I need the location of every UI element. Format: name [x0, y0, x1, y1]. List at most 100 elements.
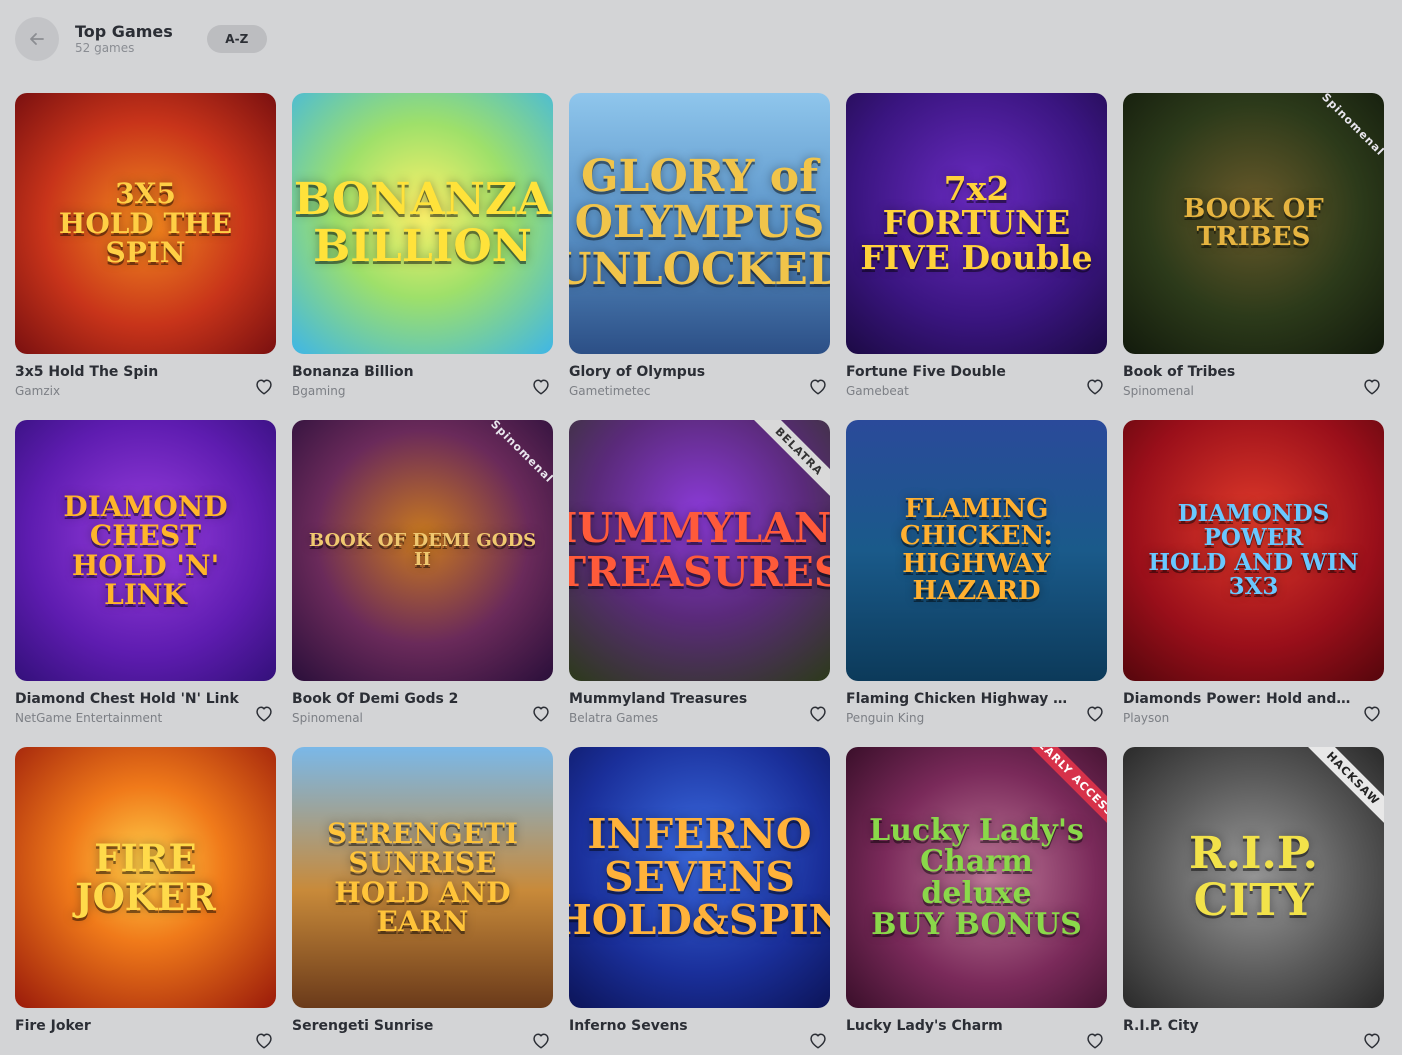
- game-thumbnail[interactable]: FLAMING CHICKEN: HIGHWAY HAZARD: [846, 420, 1107, 681]
- heart-outline-icon: [256, 706, 272, 722]
- game-card[interactable]: SERENGETI SUNRISE HOLD AND EARN Serengeti…: [292, 747, 553, 1055]
- game-title[interactable]: Lucky Lady's Charm: [846, 1017, 1074, 1035]
- game-artwork-title: MUMMYLAND TREASURES: [569, 504, 830, 596]
- title-block: Top Games 52 games: [75, 22, 173, 56]
- game-meta: Glory of Olympus Gametimetec: [569, 354, 830, 401]
- favorite-button[interactable]: [806, 374, 830, 398]
- game-title[interactable]: Mummyland Treasures: [569, 690, 797, 708]
- game-provider: Gamebeat: [846, 384, 909, 398]
- game-artwork-title: GLORY of OLYMPUS UNLOCKED: [569, 151, 830, 295]
- game-meta-text: Book of Tribes Spinomenal: [1123, 363, 1351, 400]
- game-title[interactable]: Bonanza Billion: [292, 363, 520, 381]
- game-meta: Diamond Chest Hold 'N' Link NetGame Enter…: [15, 681, 276, 728]
- game-title[interactable]: Diamonds Power: Hold and Win: [1123, 690, 1351, 708]
- game-meta: Book of Tribes Spinomenal: [1123, 354, 1384, 401]
- game-title[interactable]: 3x5 Hold The Spin: [15, 363, 243, 381]
- favorite-button[interactable]: [252, 374, 276, 398]
- game-meta-text: Diamonds Power: Hold and Win Playson: [1123, 690, 1351, 727]
- game-title[interactable]: Fortune Five Double: [846, 363, 1074, 381]
- game-meta-text: Serengeti Sunrise: [292, 1017, 520, 1037]
- favorite-button[interactable]: [529, 374, 553, 398]
- game-thumbnail[interactable]: 3X5 HOLD THE SPIN: [15, 93, 276, 354]
- game-meta-text: 3x5 Hold The Spin Gamzix: [15, 363, 243, 400]
- game-title[interactable]: Flaming Chicken Highway Hazard: [846, 690, 1074, 708]
- game-card[interactable]: 3X5 HOLD THE SPIN 3x5 Hold The Spin Gamzix: [15, 93, 276, 401]
- game-card[interactable]: R.I.P. CITY HACKSAW R.I.P. City: [1123, 747, 1384, 1055]
- favorite-button[interactable]: [529, 701, 553, 725]
- game-meta: Mummyland Treasures Belatra Games: [569, 681, 830, 728]
- favorite-button[interactable]: [529, 1028, 553, 1052]
- game-card[interactable]: MUMMYLAND TREASURESBELATRA Mummyland Trea…: [569, 420, 830, 728]
- game-thumbnail[interactable]: INFERNO SEVENS HOLD&SPIN: [569, 747, 830, 1008]
- heart-outline-icon: [810, 379, 826, 395]
- game-card[interactable]: BOOK OF TRIBES Spinomenal Book of Tribes Sp…: [1123, 93, 1384, 401]
- favorite-button[interactable]: [806, 1028, 830, 1052]
- game-thumbnail[interactable]: BOOK OF TRIBES Spinomenal: [1123, 93, 1384, 354]
- game-thumbnail[interactable]: Lucky Lady's Charm deluxe BUY BONUS EARLY…: [846, 747, 1107, 1008]
- game-artwork-title: BOOK OF DEMI GODS II: [308, 529, 537, 570]
- favorite-button[interactable]: [1360, 701, 1384, 725]
- game-card[interactable]: BONANZA BILLION Bonanza Billion Bgaming: [292, 93, 553, 401]
- game-thumbnail[interactable]: 7x2 FORTUNE FIVE Double: [846, 93, 1107, 354]
- game-meta-text: Flaming Chicken Highway Hazard Penguin Ki…: [846, 690, 1074, 727]
- game-title[interactable]: Book of Tribes: [1123, 363, 1351, 381]
- game-title[interactable]: Serengeti Sunrise: [292, 1017, 520, 1035]
- game-card[interactable]: GLORY of OLYMPUS UNLOCKED Glory of Olympu…: [569, 93, 830, 401]
- game-card[interactable]: FLAMING CHICKEN: HIGHWAY HAZARD Flaming C…: [846, 420, 1107, 728]
- favorite-button[interactable]: [1360, 374, 1384, 398]
- game-thumbnail[interactable]: MUMMYLAND TREASURESBELATRA: [569, 420, 830, 681]
- game-card[interactable]: Lucky Lady's Charm deluxe BUY BONUS EARLY…: [846, 747, 1107, 1055]
- game-thumbnail[interactable]: SERENGETI SUNRISE HOLD AND EARN: [292, 747, 553, 1008]
- heart-outline-icon: [256, 379, 272, 395]
- favorite-button[interactable]: [1083, 701, 1107, 725]
- page-title: Top Games: [75, 22, 173, 41]
- heart-outline-icon: [1087, 1033, 1103, 1049]
- game-thumbnail[interactable]: BOOK OF DEMI GODS II Spinomenal: [292, 420, 553, 681]
- game-title[interactable]: Diamond Chest Hold 'N' Link: [15, 690, 243, 708]
- game-provider: Spinomenal: [1123, 384, 1194, 398]
- heart-outline-icon: [1364, 706, 1380, 722]
- favorite-button[interactable]: [806, 701, 830, 725]
- heart-outline-icon: [1364, 1033, 1380, 1049]
- game-thumbnail[interactable]: GLORY of OLYMPUS UNLOCKED: [569, 93, 830, 354]
- game-card[interactable]: BOOK OF DEMI GODS II Spinomenal Book Of De…: [292, 420, 553, 728]
- game-thumbnail[interactable]: BONANZA BILLION: [292, 93, 553, 354]
- game-provider: Belatra Games: [569, 711, 659, 725]
- provider-ribbon: BELATRA: [746, 420, 830, 505]
- game-title[interactable]: Glory of Olympus: [569, 363, 797, 381]
- game-title[interactable]: Book Of Demi Gods 2: [292, 690, 520, 708]
- game-artwork-title: BONANZA BILLION: [293, 174, 552, 272]
- game-thumbnail[interactable]: FIRE JOKER: [15, 747, 276, 1008]
- back-button[interactable]: [15, 17, 59, 61]
- favorite-button[interactable]: [252, 701, 276, 725]
- heart-outline-icon: [810, 706, 826, 722]
- game-card[interactable]: 7x2 FORTUNE FIVE Double Fortune Five Doub…: [846, 93, 1107, 401]
- game-thumbnail[interactable]: DIAMONDS POWER HOLD AND WIN 3X3: [1123, 420, 1384, 681]
- heart-outline-icon: [1364, 379, 1380, 395]
- favorite-button[interactable]: [1083, 374, 1107, 398]
- game-thumbnail[interactable]: R.I.P. CITY HACKSAW: [1123, 747, 1384, 1008]
- game-card[interactable]: DIAMONDS POWER HOLD AND WIN 3X3 Diamonds …: [1123, 420, 1384, 728]
- game-meta-text: Lucky Lady's Charm: [846, 1017, 1074, 1037]
- game-title[interactable]: R.I.P. City: [1123, 1017, 1351, 1035]
- game-title[interactable]: Fire Joker: [15, 1017, 243, 1035]
- game-meta-text: R.I.P. City: [1123, 1017, 1351, 1037]
- heart-outline-icon: [533, 1033, 549, 1049]
- arrow-left-icon: [30, 33, 44, 45]
- game-meta: Fire Joker: [15, 1008, 276, 1055]
- game-card[interactable]: DIAMOND CHEST HOLD 'N' LINK Diamond Chest…: [15, 420, 276, 728]
- game-thumbnail[interactable]: DIAMOND CHEST HOLD 'N' LINK: [15, 420, 276, 681]
- game-title[interactable]: Inferno Sevens: [569, 1017, 797, 1035]
- sort-az-button[interactable]: A-Z: [206, 25, 267, 53]
- heart-outline-icon: [533, 706, 549, 722]
- game-meta: 3x5 Hold The Spin Gamzix: [15, 354, 276, 401]
- game-artwork-title: INFERNO SEVENS HOLD&SPIN: [569, 809, 830, 945]
- game-meta-text: Fortune Five Double Gamebeat: [846, 363, 1074, 400]
- game-meta-text: Bonanza Billion Bgaming: [292, 363, 520, 400]
- favorite-button[interactable]: [1083, 1028, 1107, 1052]
- game-card[interactable]: INFERNO SEVENS HOLD&SPIN Inferno Sevens: [569, 747, 830, 1055]
- favorite-button[interactable]: [1360, 1028, 1384, 1052]
- game-card[interactable]: FIRE JOKER Fire Joker: [15, 747, 276, 1055]
- game-artwork-title: Lucky Lady's Charm deluxe BUY BONUS: [869, 812, 1084, 942]
- favorite-button[interactable]: [252, 1028, 276, 1052]
